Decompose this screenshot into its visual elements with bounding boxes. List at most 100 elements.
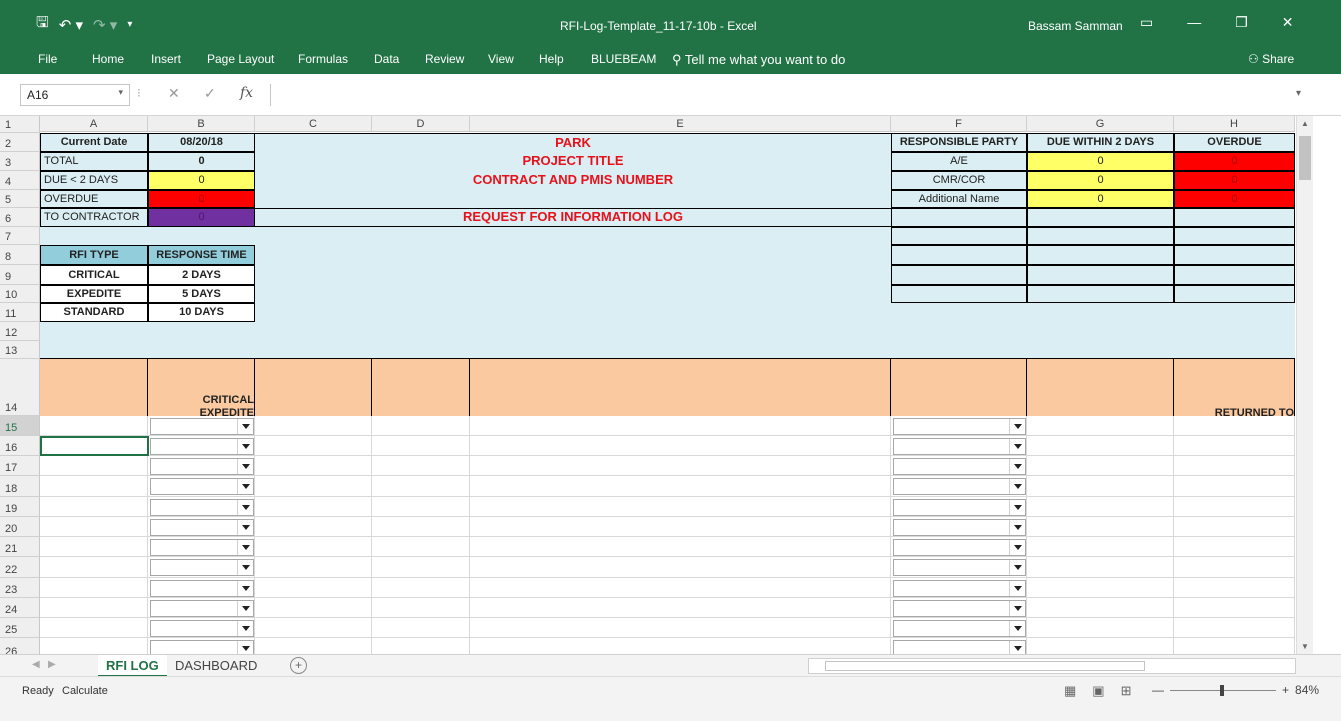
save-icon[interactable]: 🖫 — [36, 12, 49, 37]
log-cell[interactable] — [470, 638, 891, 654]
rfi-type-time[interactable]: 5 DAYS — [148, 285, 255, 303]
rfi-type-dropdown[interactable] — [150, 640, 254, 654]
chevron-down-icon[interactable] — [237, 419, 253, 434]
response-time-header[interactable]: RESPONSE TIME — [148, 245, 255, 265]
chevron-down-icon[interactable] — [237, 500, 253, 515]
project-title[interactable]: PROJECT TITLE — [255, 152, 891, 171]
row-header[interactable]: 6 — [0, 208, 40, 227]
sheet-tab-dashboard[interactable]: DASHBOARD — [167, 655, 265, 677]
minimize-icon[interactable]: — — [1187, 14, 1201, 31]
log-cell[interactable] — [470, 456, 891, 476]
party-empty-cell[interactable] — [1174, 227, 1295, 245]
row-header[interactable]: 10 — [0, 285, 40, 303]
responsible-party-dropdown[interactable] — [893, 620, 1026, 637]
log-cell[interactable] — [40, 497, 148, 517]
vertical-scrollbar[interactable]: ▲ ▼ — [1296, 116, 1313, 654]
responsible-party-dropdown[interactable] — [893, 458, 1026, 475]
log-cell[interactable] — [372, 517, 470, 537]
chevron-down-icon[interactable] — [237, 641, 253, 654]
chevron-down-icon[interactable] — [237, 439, 253, 454]
sheet-nav-icon[interactable]: ◀ ▶ — [32, 659, 56, 670]
normal-view-icon[interactable]: ▦ — [1064, 683, 1076, 699]
party-empty-cell[interactable] — [1174, 265, 1295, 285]
tab-review[interactable]: Review — [425, 52, 464, 66]
log-cell[interactable] — [1027, 598, 1174, 618]
party-due[interactable]: 0 — [1027, 171, 1174, 190]
rfi-type-dropdown[interactable] — [150, 438, 254, 455]
log-cell[interactable] — [1027, 638, 1174, 654]
due-value[interactable]: 0 — [148, 171, 255, 190]
row-header[interactable]: 22 — [0, 557, 40, 578]
zoom-in-icon[interactable]: + — [1282, 683, 1289, 697]
column-header-e[interactable]: E — [470, 116, 891, 132]
rfi-type-name[interactable]: STANDARD — [40, 303, 148, 322]
tab-insert[interactable]: Insert — [151, 52, 181, 66]
log-cell[interactable] — [255, 436, 372, 456]
log-cell[interactable] — [1174, 416, 1295, 436]
party-overdue[interactable]: 0 — [1174, 190, 1295, 208]
log-cell[interactable] — [40, 598, 148, 618]
log-cell[interactable] — [372, 618, 470, 638]
log-cell[interactable] — [470, 557, 891, 578]
to-contractor-value[interactable]: 0 — [148, 208, 255, 227]
responsible-party-dropdown[interactable] — [893, 640, 1026, 654]
column-header-h[interactable]: H — [1174, 116, 1295, 132]
chevron-down-icon[interactable] — [1009, 581, 1025, 596]
log-cell[interactable] — [255, 517, 372, 537]
log-cell[interactable] — [1174, 598, 1295, 618]
party-due[interactable]: 0 — [1027, 190, 1174, 208]
chevron-down-icon[interactable] — [237, 581, 253, 596]
rfi-type-dropdown[interactable] — [150, 539, 254, 556]
current-date-value[interactable]: 08/20/18 — [148, 133, 255, 152]
park-title[interactable]: PARK — [255, 133, 891, 152]
insert-function-icon[interactable]: fx — [240, 85, 253, 101]
responsible-party-dropdown[interactable] — [893, 418, 1026, 435]
row-header[interactable]: 7 — [0, 227, 40, 245]
party-empty-cell[interactable] — [1027, 285, 1174, 303]
tab-file[interactable]: File — [38, 52, 57, 66]
log-cell[interactable] — [470, 578, 891, 598]
scroll-up-icon[interactable]: ▲ — [1301, 119, 1309, 128]
rfi-type-name[interactable]: EXPEDITE — [40, 285, 148, 303]
log-cell[interactable] — [40, 456, 148, 476]
responsible-party-dropdown[interactable] — [893, 519, 1026, 536]
log-cell[interactable] — [470, 497, 891, 517]
to-contractor-label[interactable]: TO CONTRACTOR — [40, 208, 148, 227]
row-header[interactable]: 12 — [0, 322, 40, 341]
log-cell[interactable] — [372, 578, 470, 598]
party-empty-cell[interactable] — [891, 285, 1027, 303]
total-label[interactable]: TOTAL — [40, 152, 148, 171]
formula-input[interactable] — [270, 84, 1320, 106]
column-header-b[interactable]: B — [148, 116, 255, 132]
tab-formulas[interactable]: Formulas — [298, 52, 348, 66]
log-cell[interactable] — [40, 416, 148, 436]
responsible-party-dropdown[interactable] — [893, 580, 1026, 597]
close-icon[interactable]: ✕ — [1282, 14, 1294, 31]
share-button[interactable]: ⚇ Share — [1248, 52, 1294, 66]
row-header[interactable]: 23 — [0, 578, 40, 598]
total-value[interactable]: 0 — [148, 152, 255, 171]
ribbon-display-icon[interactable]: ▭ — [1140, 14, 1153, 31]
log-cell[interactable] — [372, 476, 470, 497]
log-cell[interactable] — [1027, 578, 1174, 598]
rfi-type-dropdown[interactable] — [150, 458, 254, 475]
rfi-type-name[interactable]: CRITICAL — [40, 265, 148, 285]
log-cell[interactable] — [1027, 537, 1174, 557]
overdue-label[interactable]: OVERDUE — [40, 190, 148, 208]
log-cell[interactable] — [1027, 557, 1174, 578]
chevron-down-icon[interactable] — [237, 601, 253, 616]
page-break-view-icon[interactable]: ⊞ — [1121, 683, 1132, 699]
party-empty-cell[interactable] — [1027, 265, 1174, 285]
log-cell[interactable] — [1027, 456, 1174, 476]
responsible-party-dropdown[interactable] — [893, 539, 1026, 556]
row-header[interactable]: 18 — [0, 476, 40, 497]
row-header[interactable]: 14 — [0, 359, 40, 416]
row-header[interactable]: 11 — [0, 303, 40, 322]
log-cell[interactable] — [372, 436, 470, 456]
log-cell[interactable] — [255, 578, 372, 598]
column-header-g[interactable]: G — [1027, 116, 1174, 132]
chevron-down-icon[interactable] — [1009, 459, 1025, 474]
log-cell[interactable] — [40, 537, 148, 557]
party-header-overdue[interactable]: OVERDUE — [1174, 133, 1295, 152]
cancel-icon[interactable]: ✕ — [168, 85, 180, 102]
